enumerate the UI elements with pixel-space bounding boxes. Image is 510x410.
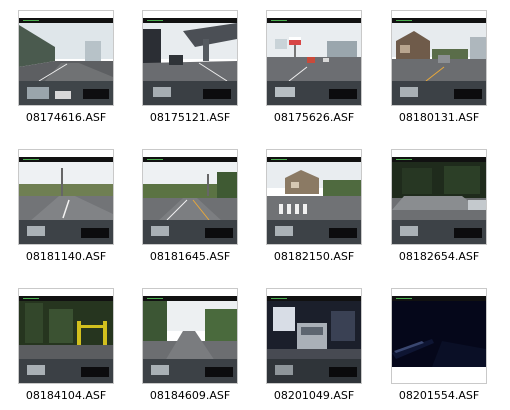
thumbnail-frame[interactable]	[142, 288, 238, 384]
thumbnail-image-night-van	[267, 289, 361, 383]
thumbnail-frame[interactable]	[18, 288, 114, 384]
thumbnail-image-mountain-road	[143, 289, 237, 383]
file-name-label: 08180131.ASF	[398, 111, 480, 124]
file-name-label: 08175626.ASF	[273, 111, 355, 124]
file-item-08182654[interactable]: 08182654.ASF	[384, 149, 504, 277]
file-item-08175121[interactable]: 08175121.ASF	[135, 10, 255, 138]
thumbnail-frame[interactable]	[18, 149, 114, 245]
file-name-label: 08201554.ASF	[398, 389, 480, 402]
thumbnail-frame[interactable]	[142, 10, 238, 106]
file-name-label: 08175121.ASF	[149, 111, 231, 124]
thumbnail-frame[interactable]	[18, 10, 114, 106]
thumbnail-image-crosswalk-houses	[267, 150, 361, 244]
thumbnail-frame[interactable]	[266, 288, 362, 384]
file-item-08201554[interactable]: 08201554.ASF	[384, 288, 504, 410]
thumbnail-frame[interactable]	[391, 149, 487, 245]
thumbnail-image-highway-wall	[19, 11, 113, 105]
file-item-08175626[interactable]: 08175626.ASF	[259, 10, 379, 138]
file-item-08184609[interactable]: 08184609.ASF	[135, 288, 255, 410]
thumbnail-image-overpass	[143, 11, 237, 105]
file-name-label: 08174616.ASF	[25, 111, 107, 124]
thumbnail-frame[interactable]	[142, 149, 238, 245]
file-name-label: 08181645.ASF	[149, 250, 231, 263]
file-name-label: 08201049.ASF	[273, 389, 355, 402]
file-item-08184104[interactable]: 08184104.ASF	[11, 288, 131, 410]
thumbnail-frame[interactable]	[391, 288, 487, 384]
file-item-08201049[interactable]: 08201049.ASF	[259, 288, 379, 410]
thumbnail-frame[interactable]	[391, 10, 487, 106]
thumbnail-image-country-road	[143, 150, 237, 244]
file-item-08182150[interactable]: 08182150.ASF	[259, 149, 379, 277]
file-thumbnail-view: 08174616.ASF 08175121.ASF 08175626.ASF 0…	[0, 0, 510, 410]
file-name-label: 08184104.ASF	[25, 389, 107, 402]
file-item-08181140[interactable]: 08181140.ASF	[11, 149, 131, 277]
thumbnail-frame[interactable]	[266, 149, 362, 245]
thumbnail-image-forest-yellow-gate	[19, 289, 113, 383]
thumbnail-image-forest-parking	[392, 150, 486, 244]
thumbnail-image-night-dark-road	[392, 289, 486, 383]
file-item-08180131[interactable]: 08180131.ASF	[384, 10, 504, 138]
file-item-08181645[interactable]: 08181645.ASF	[135, 149, 255, 277]
file-name-label: 08182150.ASF	[273, 250, 355, 263]
thumbnail-image-rural-road-crossing	[19, 150, 113, 244]
file-name-label: 08181140.ASF	[25, 250, 107, 263]
file-item-08174616[interactable]: 08174616.ASF	[11, 10, 131, 138]
thumbnail-frame[interactable]	[266, 10, 362, 106]
thumbnail-image-town-street	[392, 11, 486, 105]
file-name-label: 08182654.ASF	[398, 250, 480, 263]
thumbnail-image-city-road-sign	[267, 11, 361, 105]
file-name-label: 08184609.ASF	[149, 389, 231, 402]
